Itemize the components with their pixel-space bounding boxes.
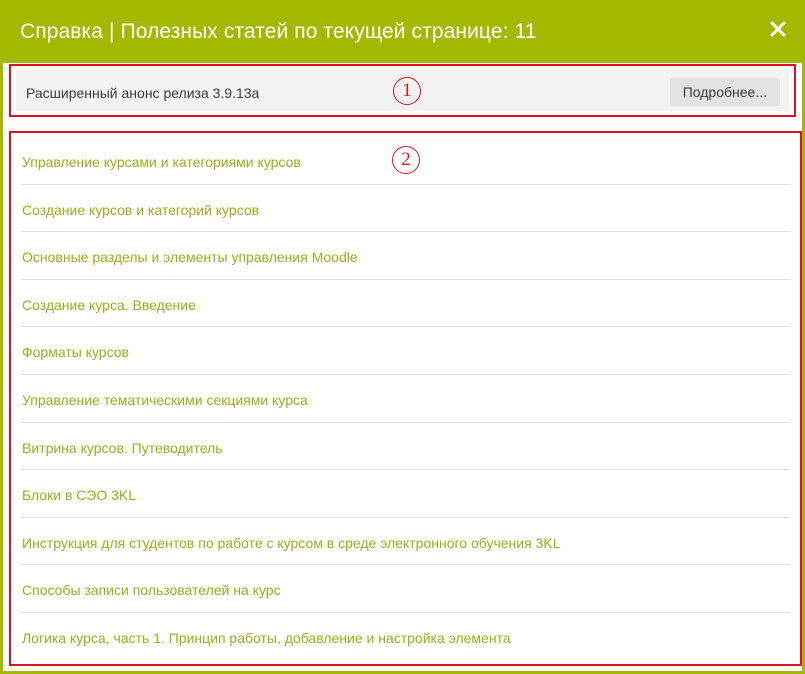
articles-list: Управление курсами и категориями курсов … xyxy=(21,137,790,661)
list-item: Блоки в СЭО 3KL xyxy=(21,470,790,518)
dialog-header: Справка | Полезных статей по текущей стр… xyxy=(3,3,802,63)
article-link[interactable]: Витрина курсов. Путеводитель xyxy=(22,440,223,456)
close-icon[interactable] xyxy=(768,19,788,39)
list-item: Управление тематическими секциями курса xyxy=(21,375,790,423)
article-link[interactable]: Блоки в СЭО 3KL xyxy=(22,487,136,503)
callout-marker-2: 2 xyxy=(392,146,420,174)
article-link[interactable]: Логика курса, часть 1. Принцип работы, д… xyxy=(22,630,511,646)
article-link[interactable]: Создание курсов и категорий курсов xyxy=(22,202,259,218)
list-item: Основные разделы и элементы управления M… xyxy=(21,232,790,280)
callout-marker-1: 1 xyxy=(393,77,421,105)
dialog-title: Справка | Полезных статей по текущей стр… xyxy=(20,20,537,43)
release-announcement-text: Расширенный анонс релиза 3.9.13а xyxy=(26,85,260,101)
list-item: Витрина курсов. Путеводитель xyxy=(21,423,790,471)
list-item: Создание курса. Введение xyxy=(21,280,790,328)
article-link[interactable]: Основные разделы и элементы управления M… xyxy=(22,249,358,265)
article-link[interactable]: Инструкция для студентов по работе с кур… xyxy=(22,535,560,551)
article-link[interactable]: Управление тематическими секциями курса xyxy=(22,392,308,408)
list-item: Форматы курсов xyxy=(21,327,790,375)
list-item: Создание курсов и категорий курсов xyxy=(21,185,790,233)
article-link[interactable]: Форматы курсов xyxy=(22,344,129,360)
article-link[interactable]: Создание курса. Введение xyxy=(22,297,196,313)
list-item: Инструкция для студентов по работе с кур… xyxy=(21,518,790,566)
article-link[interactable]: Управление курсами и категориями курсов xyxy=(22,154,301,170)
list-item: Логика курса, часть 1. Принцип работы, д… xyxy=(21,613,790,661)
article-link[interactable]: Способы записи пользователей на курс xyxy=(22,582,281,598)
list-item: Способы записи пользователей на курс xyxy=(21,565,790,613)
articles-panel: Управление курсами и категориями курсов … xyxy=(9,131,802,666)
details-button[interactable]: Подробнее... xyxy=(669,78,780,106)
help-dialog: Справка | Полезных статей по текущей стр… xyxy=(0,0,805,674)
